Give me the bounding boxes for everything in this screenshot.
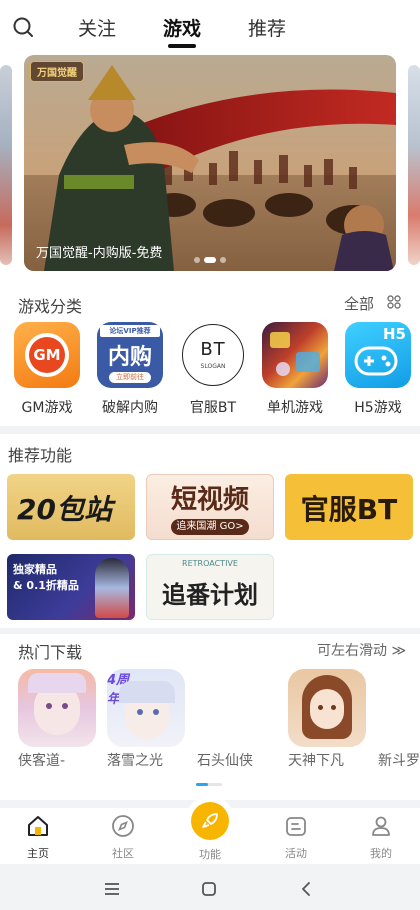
rocket-icon — [202, 813, 218, 828]
nav-label: 活动 — [285, 847, 307, 860]
category-single-player[interactable]: 单机游戏 — [260, 322, 330, 417]
nav-profile[interactable]: 我的 — [351, 814, 411, 861]
hot-game-icon[interactable] — [18, 669, 96, 747]
hot-game-label: 天神下凡 — [288, 753, 344, 769]
h5-gamepad-icon: H5 — [345, 322, 411, 388]
category-label: 破解内购 — [102, 400, 158, 416]
category-label: H5游戏 — [354, 400, 402, 416]
banner-pagination — [194, 257, 226, 263]
activity-icon — [286, 817, 306, 836]
home-icon — [28, 816, 48, 836]
category-cracked-iap[interactable]: 论坛VIP推荐 内购 立即前往 破解内购 — [95, 322, 165, 417]
feature-20-pack-station[interactable]: 20包站 — [7, 474, 135, 540]
banner-game-logo: 万国觉醒 — [30, 61, 84, 82]
category-official-bt[interactable]: BT SLOGAN 官服BT — [178, 322, 248, 417]
category-h5-games[interactable]: H5 H5游戏 — [343, 322, 413, 417]
nav-activity[interactable]: 活动 — [266, 814, 326, 861]
nav-feature-label[interactable]: 功能 — [180, 846, 240, 862]
gm-icon: GM — [14, 322, 80, 388]
category-gm-games[interactable]: GM GM游戏 — [12, 322, 82, 417]
nav-home[interactable]: 主页 — [8, 814, 68, 861]
single-player-icon — [262, 322, 328, 388]
hot-swipe-hint: 可左右滑动 ≫ — [317, 643, 407, 659]
hot-game-icon[interactable] — [288, 669, 366, 747]
banner-caption: 万国觉醒-内购版-免费 — [36, 246, 163, 261]
top-bar — [0, 0, 420, 55]
nav-label: 我的 — [370, 847, 392, 860]
iap-icon: 论坛VIP推荐 内购 立即前往 — [97, 322, 163, 388]
feature-official-bt[interactable]: 官服BT — [285, 474, 413, 540]
grid-icon[interactable] — [387, 295, 401, 309]
home-square-icon[interactable] — [201, 881, 217, 897]
back-icon[interactable] — [299, 881, 313, 897]
banner-next-peek[interactable] — [408, 65, 420, 265]
nav-label: 主页 — [27, 847, 49, 860]
category-label: 单机游戏 — [267, 400, 323, 416]
hot-game-icon[interactable]: 4周年 — [107, 669, 185, 747]
hot-scroll-thumb — [196, 783, 208, 786]
category-all-link[interactable]: 全部 — [344, 293, 374, 314]
hot-section-title: 热门下载 — [18, 643, 83, 662]
tab-games[interactable]: 游戏 — [163, 14, 201, 41]
category-label: GM游戏 — [21, 400, 73, 416]
banner-artwork — [24, 55, 396, 271]
active-tab-indicator — [168, 44, 196, 48]
nav-feature-button[interactable] — [191, 802, 229, 840]
compass-icon — [112, 815, 134, 837]
banner-prev-peek[interactable] — [0, 65, 12, 265]
nav-label: 功能 — [199, 848, 221, 861]
nav-community[interactable]: 社区 — [93, 814, 153, 861]
hot-game-icon[interactable] — [197, 669, 275, 747]
tab-follow[interactable]: 关注 — [78, 14, 116, 41]
features-section-title: 推荐功能 — [8, 446, 73, 465]
category-label: 官服BT — [189, 400, 237, 416]
feature-exclusive-picks[interactable]: 独家精品 & 0.1折精品 — [7, 554, 135, 620]
nav-label: 社区 — [112, 847, 134, 860]
hot-game-label: 侠客道- — [18, 753, 66, 769]
feature-anime-tracking[interactable]: RETROACTIVE 追番计划 — [146, 554, 274, 620]
hot-scroll-track — [196, 783, 222, 786]
category-section-title: 游戏分类 — [18, 297, 83, 316]
hot-game-label: 新斗罗 — [378, 753, 420, 769]
search-icon[interactable] — [12, 16, 34, 38]
hot-game-label: 石头仙侠 — [197, 753, 253, 769]
user-icon — [372, 816, 390, 836]
menu-icon[interactable] — [103, 881, 121, 897]
hot-game-label: 落雪之光 — [107, 753, 163, 769]
tab-recommend[interactable]: 推荐 — [248, 14, 286, 41]
bt-icon: BT SLOGAN — [180, 322, 246, 388]
feature-short-video[interactable]: 短视频 追来国潮 GO> — [146, 474, 274, 540]
banner-slide[interactable]: 万国觉醒 万国觉醒-内购版-免费 — [24, 55, 396, 271]
